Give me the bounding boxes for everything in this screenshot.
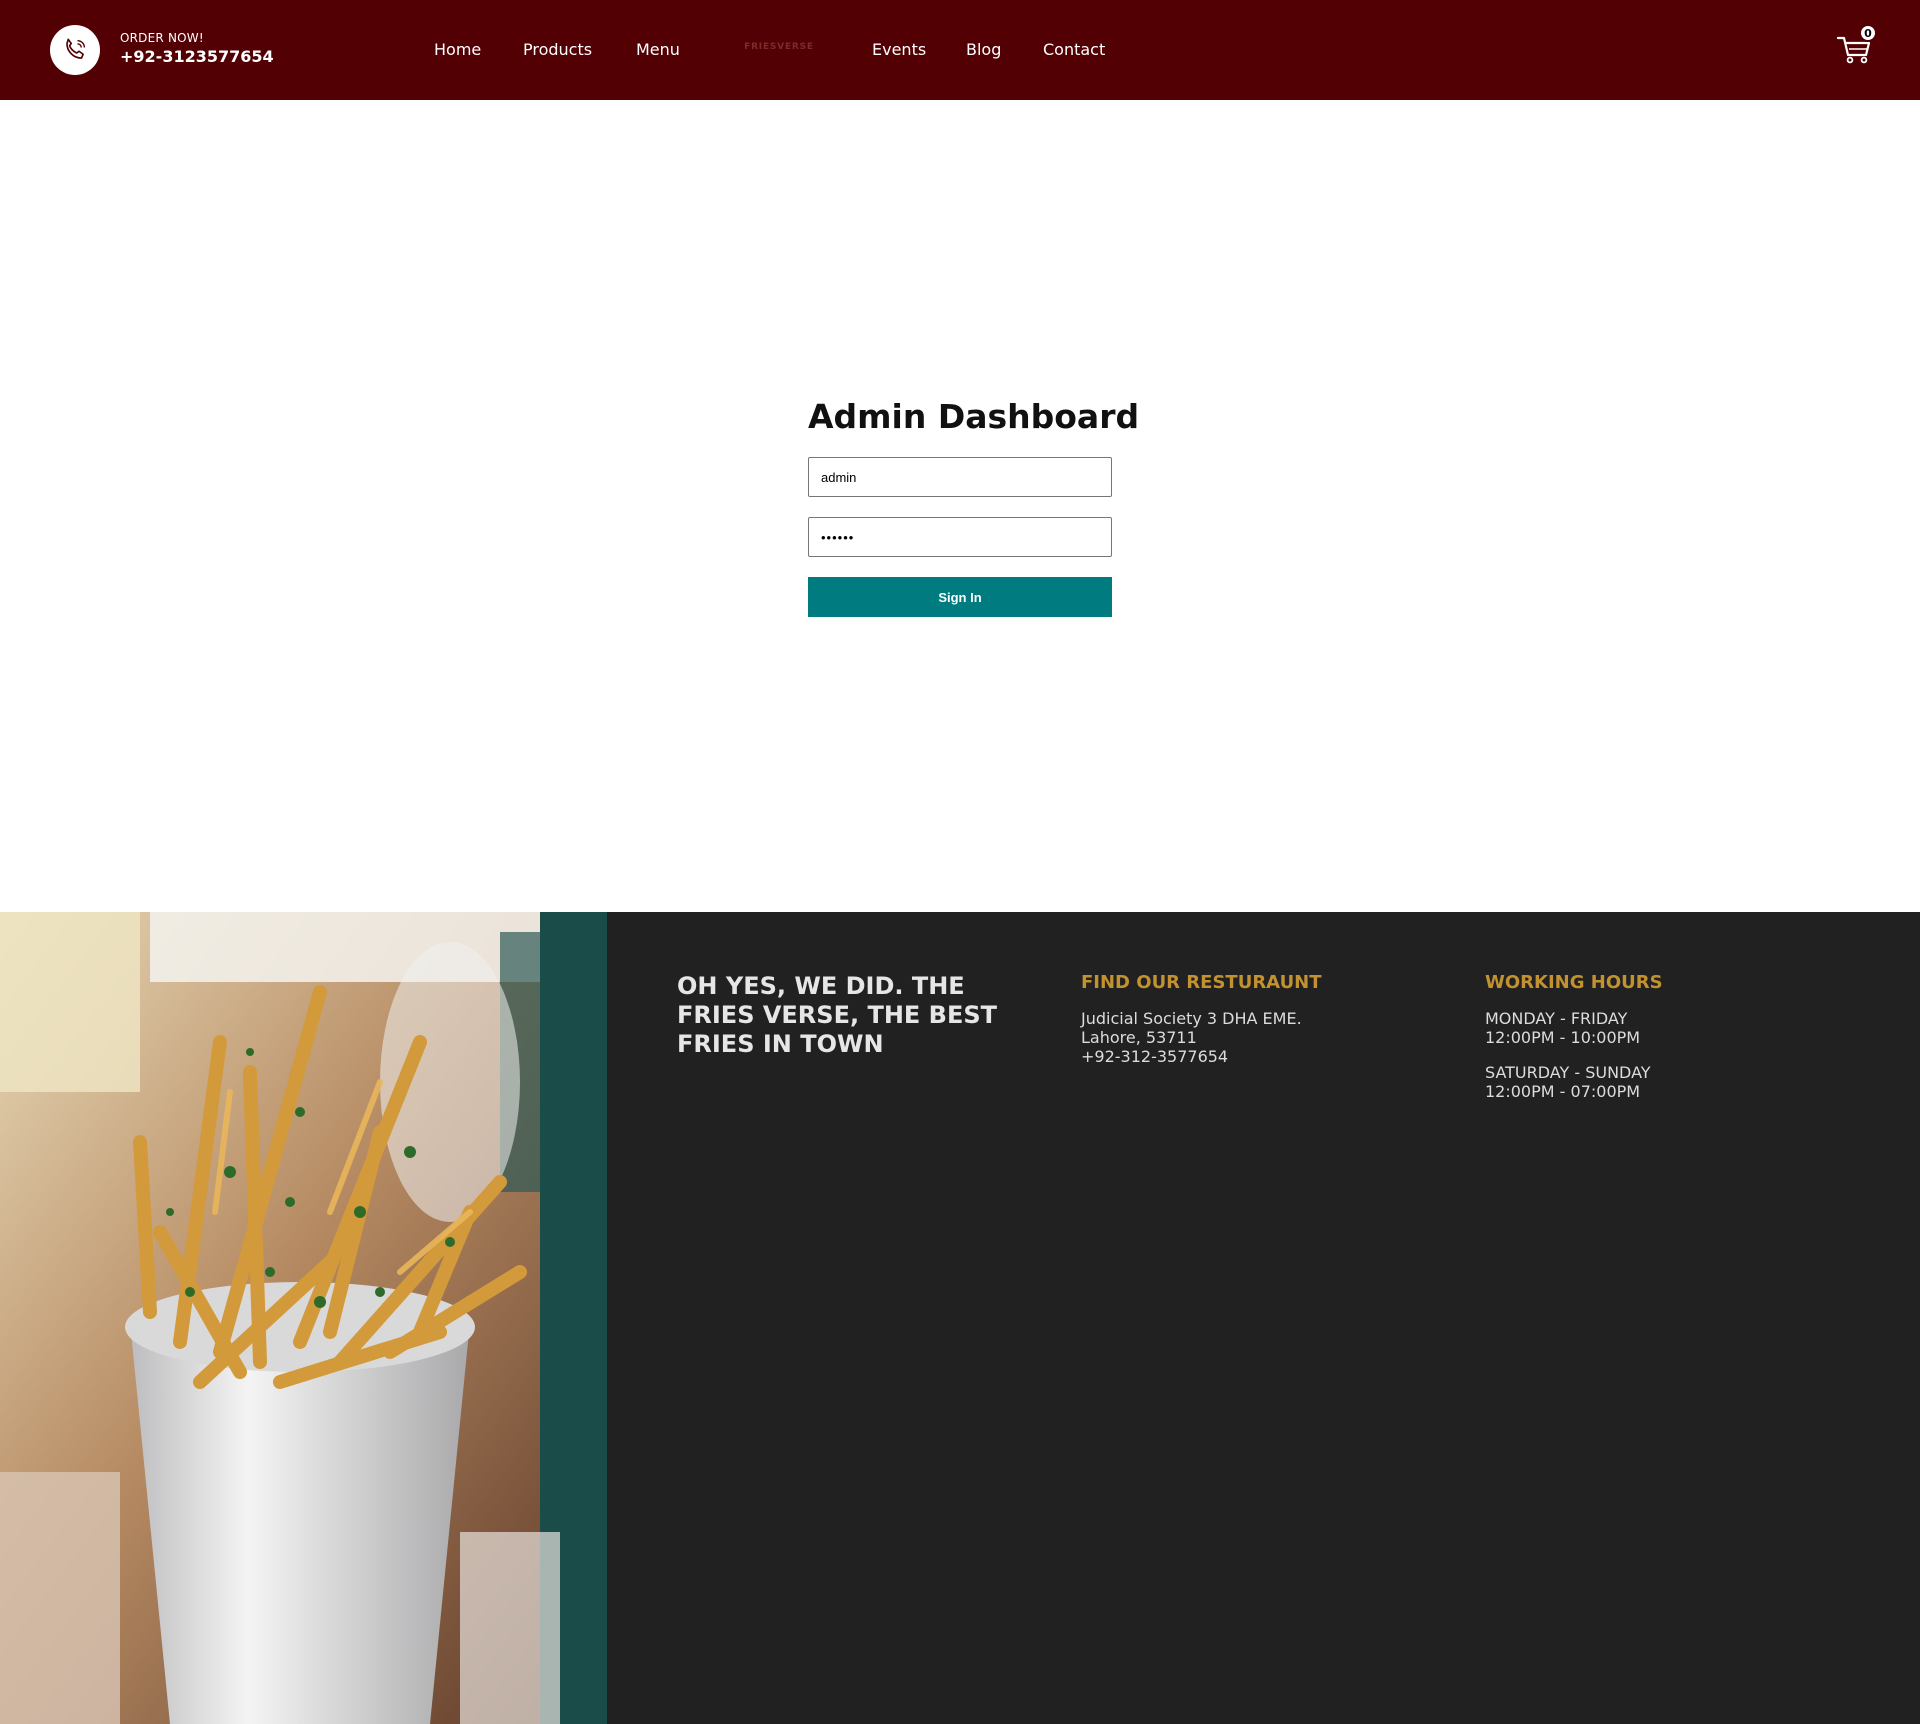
find-restaurant-heading: FIND OUR RESTURAUNT [1081,972,1322,993]
nav-blog[interactable]: Blog [966,40,1001,59]
address-line-2: Lahore, 53711 [1081,1028,1197,1047]
order-now-block: ORDER NOW! +92-3123577654 [120,31,274,66]
weekday-label: MONDAY - FRIDAY [1485,1009,1628,1028]
top-navbar: ORDER NOW! +92-3123577654 Home Products … [0,0,1920,100]
page-title: Admin Dashboard [808,397,1140,436]
weekend-hours: SATURDAY - SUNDAY 12:00PM - 07:00PM [1485,1063,1663,1101]
footer-slogan: OH YES, WE DID. THE FRIES VERSE, THE BES… [677,972,997,1058]
brand-logo[interactable]: FRIESVERSE [734,42,824,56]
nav-events[interactable]: Events [872,40,926,59]
address-line-1: Judicial Society 3 DHA EME. [1081,1009,1302,1028]
working-hours-column: WORKING HOURS MONDAY - FRIDAY 12:00PM - … [1485,972,1663,1117]
nav-products[interactable]: Products [523,40,592,59]
fries-photo [0,912,607,1724]
order-phone-number[interactable]: +92-3123577654 [120,47,274,66]
username-input[interactable] [808,457,1112,497]
order-now-label: ORDER NOW! [120,31,204,45]
find-restaurant-column: FIND OUR RESTURAUNT Judicial Society 3 D… [1081,972,1322,1066]
nav-home[interactable]: Home [434,40,481,59]
weekday-time: 12:00PM - 10:00PM [1485,1028,1641,1047]
site-footer: OH YES, WE DID. THE FRIES VERSE, THE BES… [0,912,1920,1724]
nav-contact[interactable]: Contact [1043,40,1105,59]
cart-count-badge: 0 [1859,24,1877,42]
weekday-hours: MONDAY - FRIDAY 12:00PM - 10:00PM [1485,1009,1663,1047]
nav-menu[interactable]: Menu [636,40,680,59]
working-hours-heading: WORKING HOURS [1485,972,1663,993]
phone-button[interactable] [50,25,100,75]
sign-in-button[interactable]: Sign In [808,577,1112,617]
phone-icon [66,38,86,59]
password-input[interactable] [808,517,1112,557]
weekend-label: SATURDAY - SUNDAY [1485,1063,1651,1082]
footer-phone[interactable]: +92-312-3577654 [1081,1047,1322,1066]
weekend-time: 12:00PM - 07:00PM [1485,1082,1641,1101]
